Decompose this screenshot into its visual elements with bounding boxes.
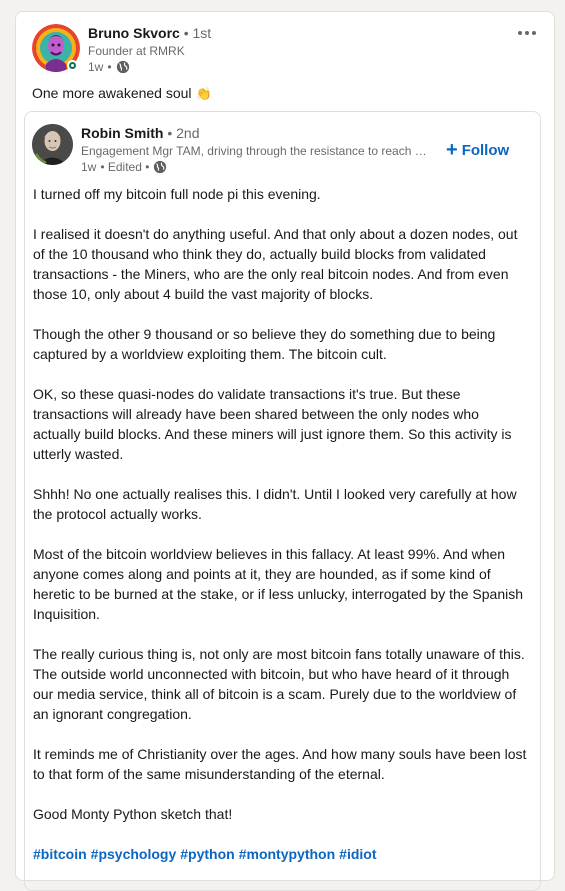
reshared-connection-degree: • 2nd <box>167 125 200 141</box>
reshared-post-body: I turned off my bitcoin full node pi thi… <box>33 184 529 864</box>
post-paragraph: Shhh! No one actually realises this. I d… <box>33 486 517 522</box>
globe-icon <box>116 60 130 74</box>
meta-separator: • <box>107 60 112 74</box>
hashtag-link[interactable]: #psychology <box>91 844 177 864</box>
globe-icon <box>153 160 167 174</box>
post-paragraph: OK, so these quasi-nodes do validate tra… <box>33 386 512 462</box>
follow-label: Follow <box>461 141 510 159</box>
post-paragraph: I turned off my bitcoin full node pi thi… <box>33 186 321 202</box>
commentary-text: One more awakened soul <box>32 85 192 101</box>
post-commentary: One more awakened soul 👏 <box>32 85 212 102</box>
post-paragraph: The really curious thing is, not only ar… <box>33 646 525 722</box>
edited-label: • Edited • <box>100 160 150 174</box>
author-name[interactable]: Bruno Skvorc <box>88 25 180 41</box>
more-options-button[interactable] <box>514 24 540 42</box>
online-status-icon <box>67 60 78 71</box>
ellipsis-icon <box>518 31 522 35</box>
reshared-post[interactable]: Robin Smith • 2nd Engagement Mgr TAM, dr… <box>24 111 541 891</box>
author-headline: Founder at RMRK <box>88 44 185 58</box>
hashtag-list: #bitcoin #psychology #python #montypytho… <box>33 844 529 864</box>
reshared-author-name-row: Robin Smith • 2nd <box>81 125 199 141</box>
reshared-post-meta: 1w • Edited • <box>81 160 167 174</box>
post-paragraph: Good Monty Python sketch that! <box>33 806 233 822</box>
plus-icon: + <box>446 139 458 161</box>
post-meta: 1w • <box>88 60 130 74</box>
follow-button[interactable]: + Follow <box>446 140 509 160</box>
post-time: 1w <box>88 60 104 74</box>
connection-degree: • 1st <box>183 25 212 41</box>
clapping-hands-icon: 👏 <box>195 86 212 101</box>
feed-post-card: Bruno Skvorc • 1st Founder at RMRK 1w • … <box>15 11 555 891</box>
post-paragraph: Though the other 9 thousand or so believ… <box>33 326 496 362</box>
author-name-row: Bruno Skvorc • 1st <box>88 25 211 41</box>
reshared-author-headline: Engagement Mgr TAM, driving through the … <box>81 144 427 158</box>
reshared-post-time: 1w <box>81 160 97 174</box>
post-paragraph: It reminds me of Christianity over the a… <box>33 746 527 782</box>
hashtag-link[interactable]: #idiot <box>339 844 376 864</box>
hashtag-link[interactable]: #montypython <box>239 844 335 864</box>
reshared-author-name[interactable]: Robin Smith <box>81 125 163 141</box>
reshared-author-avatar[interactable] <box>32 124 73 165</box>
post-paragraph: Most of the bitcoin worldview believes i… <box>33 546 524 622</box>
hashtag-link[interactable]: #python <box>180 844 234 864</box>
post-paragraph: I realised it doesn't do anything useful… <box>33 226 518 302</box>
hashtag-link[interactable]: #bitcoin <box>33 844 87 864</box>
